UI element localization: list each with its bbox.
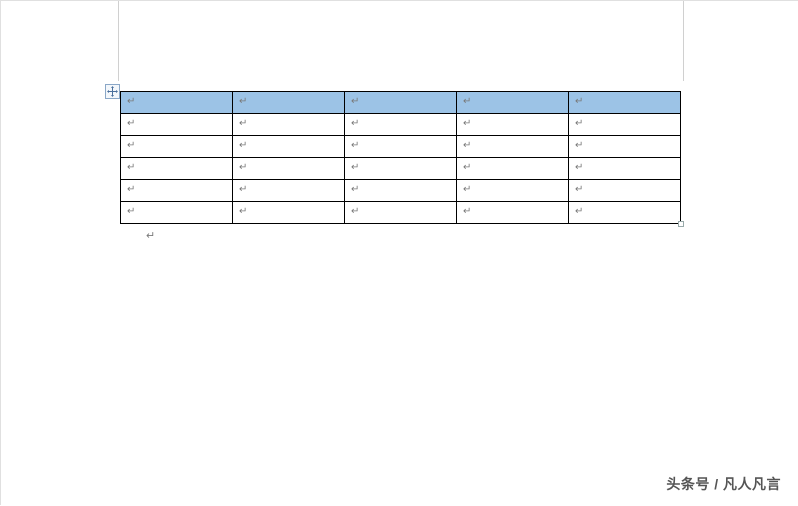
paragraph-mark-icon: ↵ (351, 116, 359, 130)
move-icon (107, 86, 118, 97)
table-cell[interactable]: ↵ (345, 180, 457, 202)
paragraph-mark-icon: ↵ (127, 182, 135, 196)
paragraph-mark-icon: ↵ (575, 160, 583, 174)
watermark-text: 头条号 / 凡人凡言 (666, 474, 781, 494)
table-cell[interactable]: ↵ (121, 202, 233, 224)
paragraph-mark: ↵ (146, 229, 155, 242)
paragraph-mark-icon: ↵ (463, 160, 471, 174)
table-resize-handle[interactable] (678, 221, 684, 227)
paragraph-mark-icon: ↵ (463, 94, 471, 108)
table-cell[interactable]: ↵ (457, 158, 569, 180)
table-cell[interactable]: ↵ (569, 114, 681, 136)
paragraph-mark-icon: ↵ (463, 204, 471, 218)
table-cell[interactable]: ↵ (569, 136, 681, 158)
paragraph-mark-icon: ↵ (351, 138, 359, 152)
paragraph-mark-icon: ↵ (575, 182, 583, 196)
table-header-row: ↵ ↵ ↵ ↵ ↵ (121, 92, 681, 114)
paragraph-mark-icon: ↵ (463, 116, 471, 130)
table-cell[interactable]: ↵ (233, 202, 345, 224)
table-row: ↵ ↵ ↵ ↵ ↵ (121, 114, 681, 136)
paragraph-mark-icon: ↵ (239, 94, 247, 108)
paragraph-mark-icon: ↵ (351, 160, 359, 174)
paragraph-mark-icon: ↵ (463, 138, 471, 152)
table-cell[interactable]: ↵ (345, 114, 457, 136)
table-cell[interactable]: ↵ (345, 202, 457, 224)
paragraph-mark-icon: ↵ (239, 182, 247, 196)
table-cell[interactable]: ↵ (569, 202, 681, 224)
table-cell[interactable]: ↵ (233, 180, 345, 202)
paragraph-mark-icon: ↵ (351, 182, 359, 196)
paragraph-mark-icon: ↵ (127, 116, 135, 130)
table-cell[interactable]: ↵ (121, 136, 233, 158)
paragraph-mark-icon: ↵ (575, 204, 583, 218)
table-move-handle[interactable] (105, 84, 120, 99)
table-cell[interactable]: ↵ (121, 92, 233, 114)
paragraph-mark-icon: ↵ (575, 138, 583, 152)
table-cell[interactable]: ↵ (457, 136, 569, 158)
table-cell[interactable]: ↵ (457, 92, 569, 114)
table-cell[interactable]: ↵ (569, 158, 681, 180)
paragraph-mark-icon: ↵ (351, 204, 359, 218)
table-cell[interactable]: ↵ (569, 92, 681, 114)
document-table[interactable]: ↵ ↵ ↵ ↵ ↵ ↵ ↵ ↵ ↵ ↵ ↵ ↵ ↵ ↵ ↵ ↵ ↵ ↵ ↵ ↵ ↵ ↵ ↵ ↵ ↵ ↵ ↵ ↵ ↵ ↵ (120, 91, 681, 224)
table-cell[interactable]: ↵ (457, 180, 569, 202)
table-cell[interactable]: ↵ (345, 158, 457, 180)
paragraph-mark-icon: ↵ (463, 182, 471, 196)
table-cell[interactable]: ↵ (233, 136, 345, 158)
table-cell[interactable]: ↵ (121, 114, 233, 136)
table-cell[interactable]: ↵ (121, 158, 233, 180)
table-cell[interactable]: ↵ (569, 180, 681, 202)
paragraph-mark-icon: ↵ (127, 94, 135, 108)
paragraph-mark-icon: ↵ (127, 204, 135, 218)
paragraph-mark-icon: ↵ (575, 116, 583, 130)
paragraph-mark-icon: ↵ (239, 204, 247, 218)
margin-guide-left (118, 1, 119, 81)
paragraph-mark-icon: ↵ (575, 94, 583, 108)
table-cell[interactable]: ↵ (233, 92, 345, 114)
document-page: ↵ ↵ ↵ ↵ ↵ ↵ ↵ ↵ ↵ ↵ ↵ ↵ ↵ ↵ ↵ ↵ ↵ ↵ ↵ ↵ ↵ ↵ ↵ ↵ ↵ ↵ ↵ ↵ ↵ ↵ ↵ 头条号 / 凡… (1, 1, 798, 506)
paragraph-mark-icon: ↵ (127, 160, 135, 174)
paragraph-mark-icon: ↵ (239, 138, 247, 152)
table-row: ↵ ↵ ↵ ↵ ↵ (121, 202, 681, 224)
table-cell[interactable]: ↵ (233, 114, 345, 136)
table-cell[interactable]: ↵ (233, 158, 345, 180)
table-cell[interactable]: ↵ (121, 180, 233, 202)
table-row: ↵ ↵ ↵ ↵ ↵ (121, 136, 681, 158)
margin-guide-right (683, 1, 684, 81)
paragraph-mark-icon: ↵ (239, 116, 247, 130)
table-cell[interactable]: ↵ (457, 114, 569, 136)
table-cell[interactable]: ↵ (457, 202, 569, 224)
table-cell[interactable]: ↵ (345, 92, 457, 114)
paragraph-mark-icon: ↵ (239, 160, 247, 174)
table-row: ↵ ↵ ↵ ↵ ↵ (121, 180, 681, 202)
table-row: ↵ ↵ ↵ ↵ ↵ (121, 158, 681, 180)
paragraph-mark-icon: ↵ (127, 138, 135, 152)
table-cell[interactable]: ↵ (345, 136, 457, 158)
paragraph-mark-icon: ↵ (351, 94, 359, 108)
